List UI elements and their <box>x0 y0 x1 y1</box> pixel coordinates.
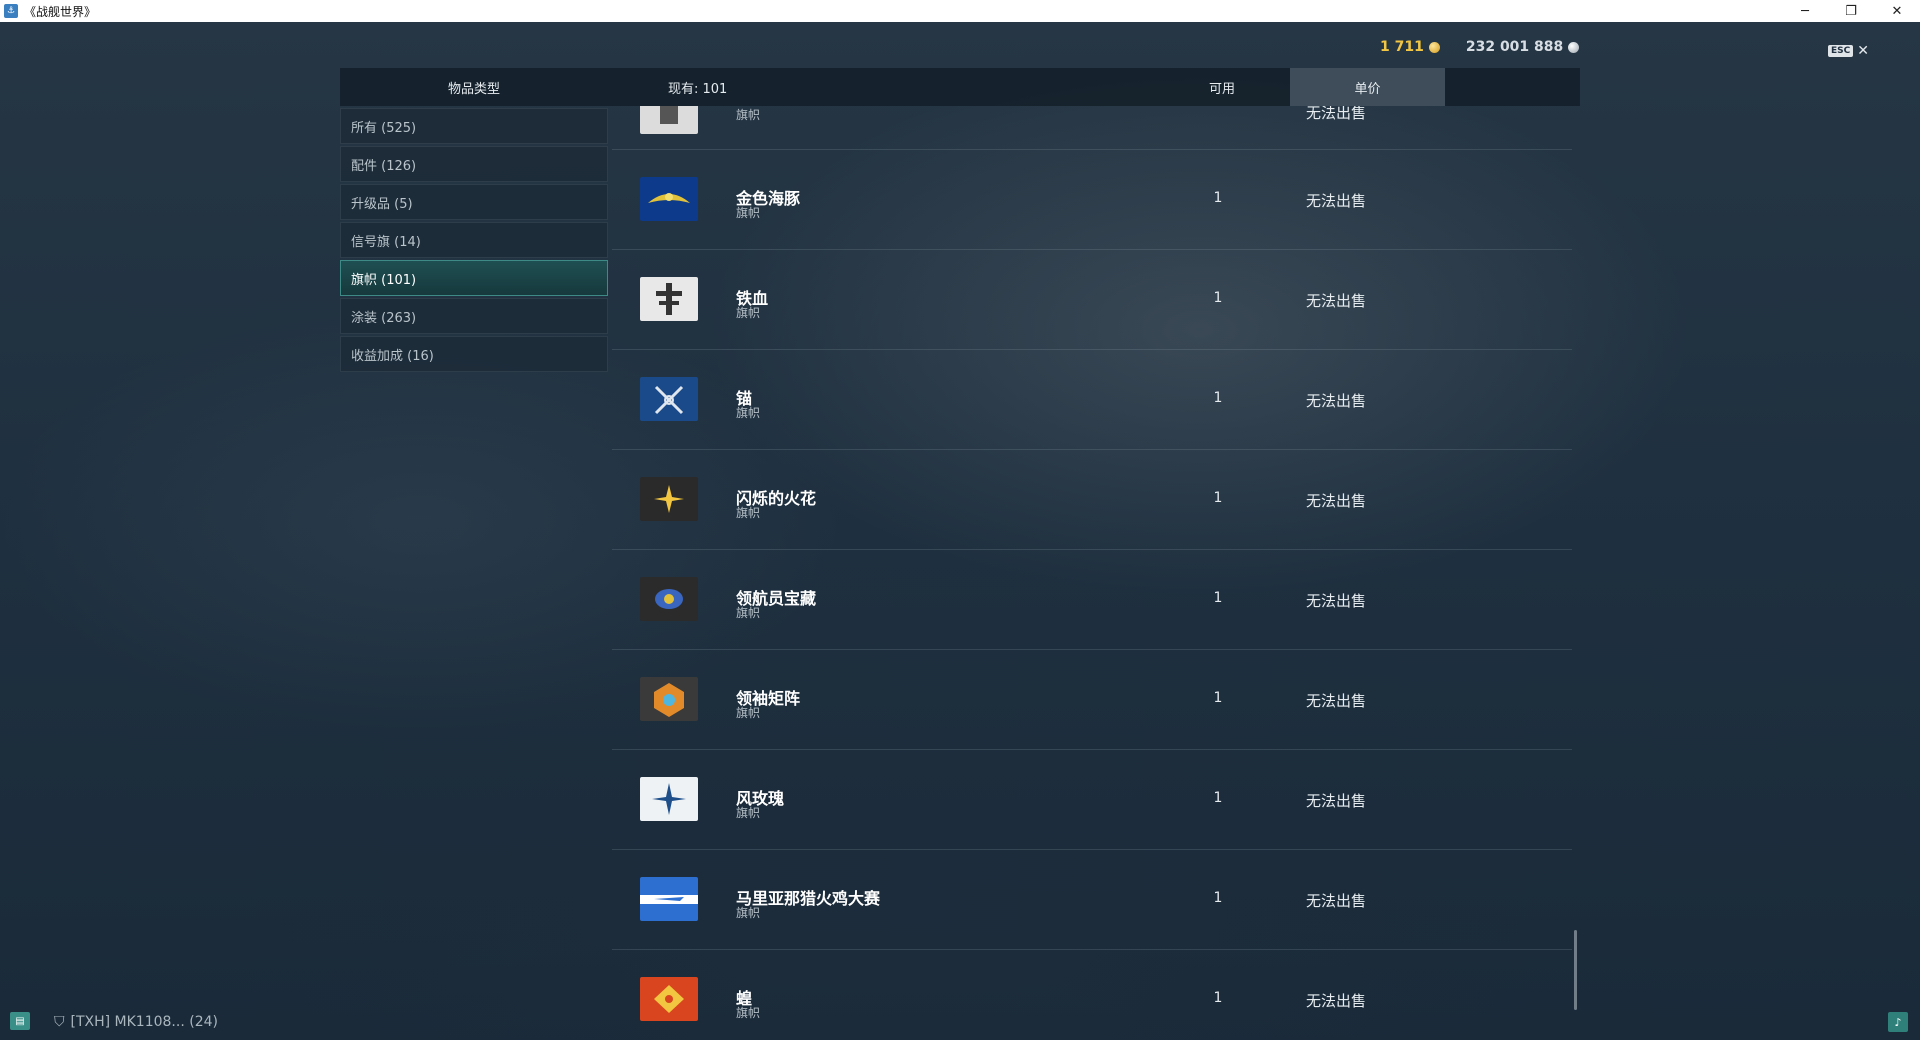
item-price: 无法出售 <box>1306 892 1367 910</box>
list-item[interactable]: 领袖矩阵 旗帜 1 无法出售 <box>612 650 1572 750</box>
available-column-header[interactable]: 可用 <box>1172 78 1272 97</box>
item-category: 旗帜 <box>736 906 761 920</box>
item-category: 旗帜 <box>736 108 761 122</box>
list-item[interactable]: 金色海豚 旗帜 1 无法出售 <box>612 150 1572 250</box>
list-item[interactable]: 铁血 旗帜 1 无法出售 <box>612 250 1572 350</box>
item-quantity: 1 <box>1213 290 1223 306</box>
list-item[interactable]: 领航员宝藏 旗帜 1 无法出售 <box>612 550 1572 650</box>
sidebar-item-camouflages[interactable]: 涂装 (263) <box>340 298 608 334</box>
leader-matrix-flag-icon <box>640 677 698 721</box>
list-item[interactable]: 闪烁的火花 旗帜 1 无法出售 <box>612 450 1572 550</box>
bottom-bar: ▤ ⛉ [TXH] MK1108... (24) ♪ <box>0 1006 1920 1040</box>
credit-icon <box>1568 41 1580 53</box>
golden-dolphin-flag-icon <box>640 177 698 221</box>
marianas-turkey-shoot-flag-icon <box>640 877 698 921</box>
list-item[interactable]: 风玫瑰 旗帜 1 无法出售 <box>612 750 1572 850</box>
list-item[interactable]: 旗帜 无法出售 <box>612 106 1572 150</box>
iron-blood-flag-icon <box>640 277 698 321</box>
credits-amount: 232 001 888 <box>1465 39 1564 55</box>
clan-text: [TXH] MK1108... (24) <box>70 1014 218 1030</box>
item-category: 旗帜 <box>736 406 761 420</box>
item-category: 旗帜 <box>736 706 761 720</box>
item-quantity: 1 <box>1213 390 1223 406</box>
item-quantity: 1 <box>1213 990 1223 1006</box>
minimize-button[interactable]: ─ <box>1782 0 1828 22</box>
item-price: 无法出售 <box>1306 592 1367 610</box>
item-type-header: 物品类型 <box>447 81 500 97</box>
esc-key-icon: ESC <box>1828 45 1854 57</box>
restore-button[interactable]: ❐ <box>1828 0 1874 22</box>
doubloons-balance: 1 711 <box>1380 38 1440 56</box>
close-icon: ✕ <box>1857 43 1869 59</box>
item-category: 旗帜 <box>736 806 761 820</box>
item-type-sidebar: 所有 (525) 配件 (126) 升级品 (5) 信号旗 (14) 旗帜 (1… <box>340 108 608 374</box>
item-category: 旗帜 <box>736 206 761 220</box>
sidebar-item-modules[interactable]: 配件 (126) <box>340 146 608 182</box>
item-quantity: 1 <box>1213 490 1223 506</box>
item-price: 无法出售 <box>1306 692 1367 710</box>
currency-display: 1 711 232 001 888 <box>1380 38 1580 56</box>
item-price: 无法出售 <box>1306 192 1367 210</box>
doubloon-icon <box>1428 41 1440 53</box>
item-price: 无法出售 <box>1306 792 1367 810</box>
sidebar-item-signals[interactable]: 信号旗 (14) <box>340 222 608 258</box>
item-quantity: 1 <box>1213 590 1223 606</box>
item-quantity: 1 <box>1213 690 1223 706</box>
unit-price-column-header[interactable]: 单价 <box>1290 68 1445 106</box>
anchor-flag-icon <box>640 377 698 421</box>
esc-close-button[interactable]: ESC ✕ <box>1828 43 1869 59</box>
window-title: 《战舰世界》 <box>24 4 97 19</box>
item-price: 无法出售 <box>1306 292 1367 310</box>
item-quantity: 1 <box>1213 790 1223 806</box>
chat-icon[interactable]: ▤ <box>10 1012 30 1030</box>
shield-icon: ⛉ <box>54 1014 65 1030</box>
wind-rose-flag-icon <box>640 777 698 821</box>
sidebar-item-flags[interactable]: 旗帜 (101) <box>340 260 608 296</box>
item-price: 无法出售 <box>1306 106 1367 122</box>
window-close-button[interactable]: ✕ <box>1874 0 1920 22</box>
inventory-header: 物品类型 现有: 101 可用 单价 <box>340 68 1580 106</box>
item-price: 无法出售 <box>1306 492 1367 510</box>
doubloons-amount: 1 711 <box>1380 39 1424 55</box>
item-price: 无法出售 <box>1306 392 1367 410</box>
item-category: 旗帜 <box>736 606 761 620</box>
window-title-bar: ⚓ 《战舰世界》 ─ ❐ ✕ <box>0 0 1920 22</box>
flag-icon <box>640 106 698 134</box>
list-item[interactable]: 马里亚那猎火鸡大赛 旗帜 1 无法出售 <box>612 850 1572 950</box>
item-category: 旗帜 <box>736 306 761 320</box>
clan-info[interactable]: ⛉ [TXH] MK1108... (24) <box>54 1014 218 1030</box>
list-item[interactable]: 锚 旗帜 1 无法出售 <box>612 350 1572 450</box>
sidebar-item-upgrades[interactable]: 升级品 (5) <box>340 184 608 220</box>
list-scrollbar[interactable] <box>1574 930 1577 1010</box>
sidebar-item-all[interactable]: 所有 (525) <box>340 108 608 144</box>
flag-list[interactable]: 旗帜 无法出售 金色海豚 旗帜 1 无法出售 铁血 旗帜 1 无法出售 锚 旗帜… <box>612 106 1572 1040</box>
app-icon: ⚓ <box>4 4 18 18</box>
credits-balance: 232 001 888 <box>1465 38 1580 56</box>
item-category: 旗帜 <box>736 506 761 520</box>
item-quantity: 1 <box>1213 890 1223 906</box>
item-quantity: 1 <box>1213 190 1223 206</box>
navigator-treasure-flag-icon <box>640 577 698 621</box>
owned-count-header: 现有: 101 <box>668 81 728 97</box>
sparkle-flag-icon <box>640 477 698 521</box>
bell-icon[interactable]: ♪ <box>1888 1012 1908 1032</box>
sidebar-item-boosters[interactable]: 收益加成 (16) <box>340 336 608 372</box>
